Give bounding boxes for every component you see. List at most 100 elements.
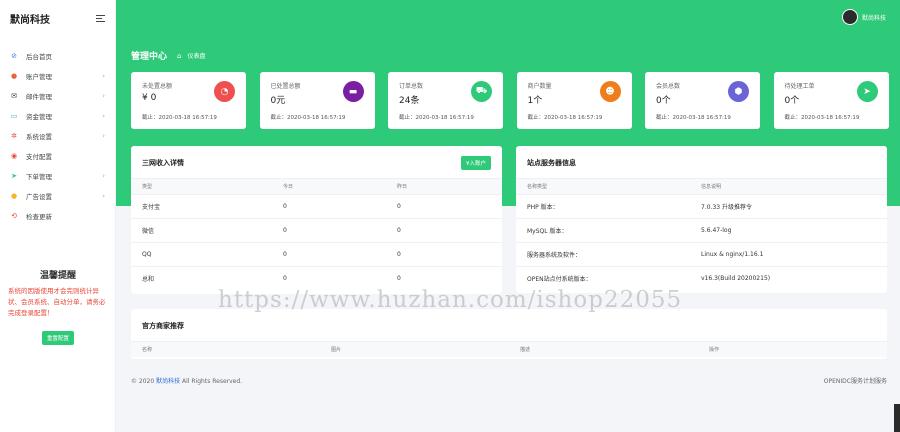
footer-right-text: OPENIDC服务计划服务 xyxy=(823,378,887,385)
sidebar-item[interactable]: ▭ 资金管理 › xyxy=(0,106,115,126)
table-cell: 0 xyxy=(283,203,287,210)
sidebar-item-label: 检查更新 xyxy=(26,213,52,221)
recommend-col-name: 名称 xyxy=(142,347,153,353)
footer-rights: All Rights Reserved. xyxy=(182,378,243,385)
stat-card: 待处理工单 0个 截止：2020-03-18 16:57:19 ➤ xyxy=(773,72,889,129)
sidebar-item[interactable]: ⟲ 检查更新 xyxy=(0,206,115,226)
income-table-header: 类型 今日 昨日 xyxy=(131,178,502,194)
sidebar: 默尚科技 ⊘ 后台首页 ● 账户管理 › ✉ 邮件管理 › ▭ 资金管理 › ✲ 系统设置 › ◉ 支付配置 ➤… xyxy=(0,0,116,432)
stat-icon: ◔ xyxy=(214,81,235,102)
sidebar-item-label: 系统设置 xyxy=(26,133,52,141)
server-title: 站点服务器信息 xyxy=(527,159,576,167)
table-cell: 0 xyxy=(283,275,287,282)
income-col-type: 类型 xyxy=(142,184,153,190)
sidebar-item-icon: ⊘ xyxy=(11,52,17,60)
table-cell: 7.0.33 升级推荐令 xyxy=(701,204,752,211)
page-header: 管理中心 ⌂ 仪表盘 xyxy=(131,49,205,63)
table-cell: QQ xyxy=(142,251,152,258)
sidebar-item[interactable]: ● 广告设置 › xyxy=(0,186,115,206)
stat-icon: ➤ xyxy=(856,81,878,102)
table-cell: v16.3(Build 20200215) xyxy=(701,275,771,282)
income-row: 微信 0 0 xyxy=(131,218,502,242)
income-title: 三网收入详情 xyxy=(142,159,184,167)
sidebar-item[interactable]: ✲ 系统设置 › xyxy=(0,126,115,146)
table-cell: 支付宝 xyxy=(142,204,161,211)
stat-card: 订单总数 24条 截止：2020-03-18 16:57:19 ⛟ xyxy=(388,72,503,129)
sidebar-item[interactable]: ✉ 邮件管理 › xyxy=(0,86,115,106)
user-menu[interactable]: 默尚科技 xyxy=(841,9,886,25)
income-row: 支付宝 0 0 xyxy=(131,194,502,218)
sidebar-item-icon: ➤ xyxy=(11,172,17,180)
table-cell: 0 xyxy=(283,251,287,258)
brand-bar: 默尚科技 xyxy=(0,0,115,36)
stat-time: 截止：2020-03-18 16:57:19 xyxy=(399,115,474,121)
chevron-right-icon: › xyxy=(102,92,105,100)
notice-title: 温馨提醒 xyxy=(39,271,76,281)
income-row: QQ 0 0 xyxy=(131,242,502,266)
sidebar-item-icon: ● xyxy=(10,192,18,200)
menu-toggle-icon[interactable] xyxy=(96,14,105,22)
home-icon[interactable]: ⌂ xyxy=(177,52,181,60)
sidebar-item[interactable]: ● 账户管理 › xyxy=(0,66,115,86)
footer-brand-link[interactable]: 默尚科技 xyxy=(156,378,180,385)
sidebar-item-label: 邮件管理 xyxy=(26,93,52,101)
stat-card: 未处置总额 ¥ 0 截止：2020-03-18 16:57:19 ◔ xyxy=(131,72,246,129)
stat-time: 截止：2020-03-18 16:57:19 xyxy=(142,115,217,121)
server-card: 站点服务器信息 名称类型 信息说明 PHP 版本： 7.0.33 升级推荐令 MyS… xyxy=(516,146,887,293)
stat-card: 商户数量 1个 截止：2020-03-18 16:57:19 ☻ xyxy=(516,72,632,129)
sidebar-item[interactable]: ➤ 下单管理 › xyxy=(0,166,115,186)
table-cell: 0 xyxy=(397,251,401,258)
reset-config-button[interactable]: 重置配置 xyxy=(41,331,74,345)
table-cell: Linux & nginx/1.16.1 xyxy=(701,251,764,258)
sidebar-item[interactable]: ◉ 支付配置 xyxy=(0,146,115,166)
stat-icon: ▬ xyxy=(342,81,364,102)
sidebar-item-label: 下单管理 xyxy=(26,173,52,181)
recommend-table-header: 名称 图片 描述 操作 xyxy=(131,341,887,357)
server-table-header: 名称类型 信息说明 xyxy=(516,178,887,194)
chevron-right-icon: › xyxy=(102,112,105,120)
server-row: MySQL 版本： 5.6.47-log xyxy=(516,218,887,242)
avatar[interactable] xyxy=(841,9,858,25)
stat-time: 截止：2020-03-18 16:57:19 xyxy=(784,115,860,121)
sidebar-item-label: 支付配置 xyxy=(26,153,52,161)
table-cell: OPEN站点付系统版本： xyxy=(527,276,592,283)
stat-icon: ⬢ xyxy=(728,81,749,102)
recommend-col-desc: 描述 xyxy=(520,347,531,353)
sidebar-item[interactable]: ⊘ 后台首页 xyxy=(0,46,115,66)
stat-time: 截止：2020-03-18 16:57:19 xyxy=(527,115,603,121)
recommend-card: 官方商家推荐 名称 图片 描述 操作 xyxy=(131,309,887,359)
income-col-yesterday: 昨日 xyxy=(397,184,408,190)
deposit-button[interactable]: ¥入账户 xyxy=(461,156,491,170)
username[interactable]: 默尚科技 xyxy=(862,13,886,22)
table-cell: 总和 xyxy=(142,276,155,283)
table-cell: 5.6.47-log xyxy=(701,227,732,234)
stat-card: 会员总数 0个 截止：2020-03-18 16:57:19 ⬢ xyxy=(645,72,760,129)
chevron-right-icon: › xyxy=(102,72,105,80)
watermark: https://www.huzhan.com/ishop22055 xyxy=(218,287,683,313)
breadcrumb[interactable]: 仪表盘 xyxy=(187,51,205,60)
table-cell: 0 xyxy=(397,275,401,282)
table-cell: 0 xyxy=(397,203,401,210)
footer-year: © 2020 xyxy=(131,378,155,385)
server-col-info: 信息说明 xyxy=(701,184,722,190)
sidebar-item-label: 后台首页 xyxy=(26,53,52,61)
sidebar-item-icon: ▭ xyxy=(10,112,18,120)
server-row: PHP 版本： 7.0.33 升级推荐令 xyxy=(516,194,887,218)
brand-name: 默尚科技 xyxy=(10,14,50,26)
sidebar-item-label: 广告设置 xyxy=(26,193,52,201)
sidebar-menu: ⊘ 后台首页 ● 账户管理 › ✉ 邮件管理 › ▭ 资金管理 › ✲ 系统设置 › ◉ 支付配置 ➤ 下单管理 ›… xyxy=(0,46,115,226)
stat-icon: ☻ xyxy=(599,81,621,102)
footer-copyright: © 2020 默尚科技 All Rights Reserved. xyxy=(131,376,242,385)
table-cell: 0 xyxy=(283,227,287,234)
chevron-right-icon: › xyxy=(102,192,105,200)
income-col-today: 今日 xyxy=(283,184,294,190)
sidebar-item-icon: ⟲ xyxy=(11,212,17,220)
notice-text: 系统的因版使用才会完则统计异状、会员系统、自动分单，请务必完成登录配置！ xyxy=(8,287,106,317)
chevron-right-icon: › xyxy=(102,172,105,180)
income-card: 三网收入详情 ¥入账户 类型 今日 昨日 支付宝 0 0 微信 0 0 QQ 0 0 总和 0 0 xyxy=(131,146,502,294)
notice-panel: 温馨提醒 系统的因版使用才会完则统计异状、会员系统、自动分单，请务必完成登录配置… xyxy=(0,268,116,345)
stat-time: 截止：2020-03-18 16:57:19 xyxy=(656,115,731,121)
recommend-col-image: 图片 xyxy=(331,347,342,353)
stat-card: 已处置总额 0元 截止：2020-03-18 16:57:19 ▬ xyxy=(259,72,375,129)
server-row: 服务器系统及软件： Linux & nginx/1.16.1 xyxy=(516,242,887,266)
